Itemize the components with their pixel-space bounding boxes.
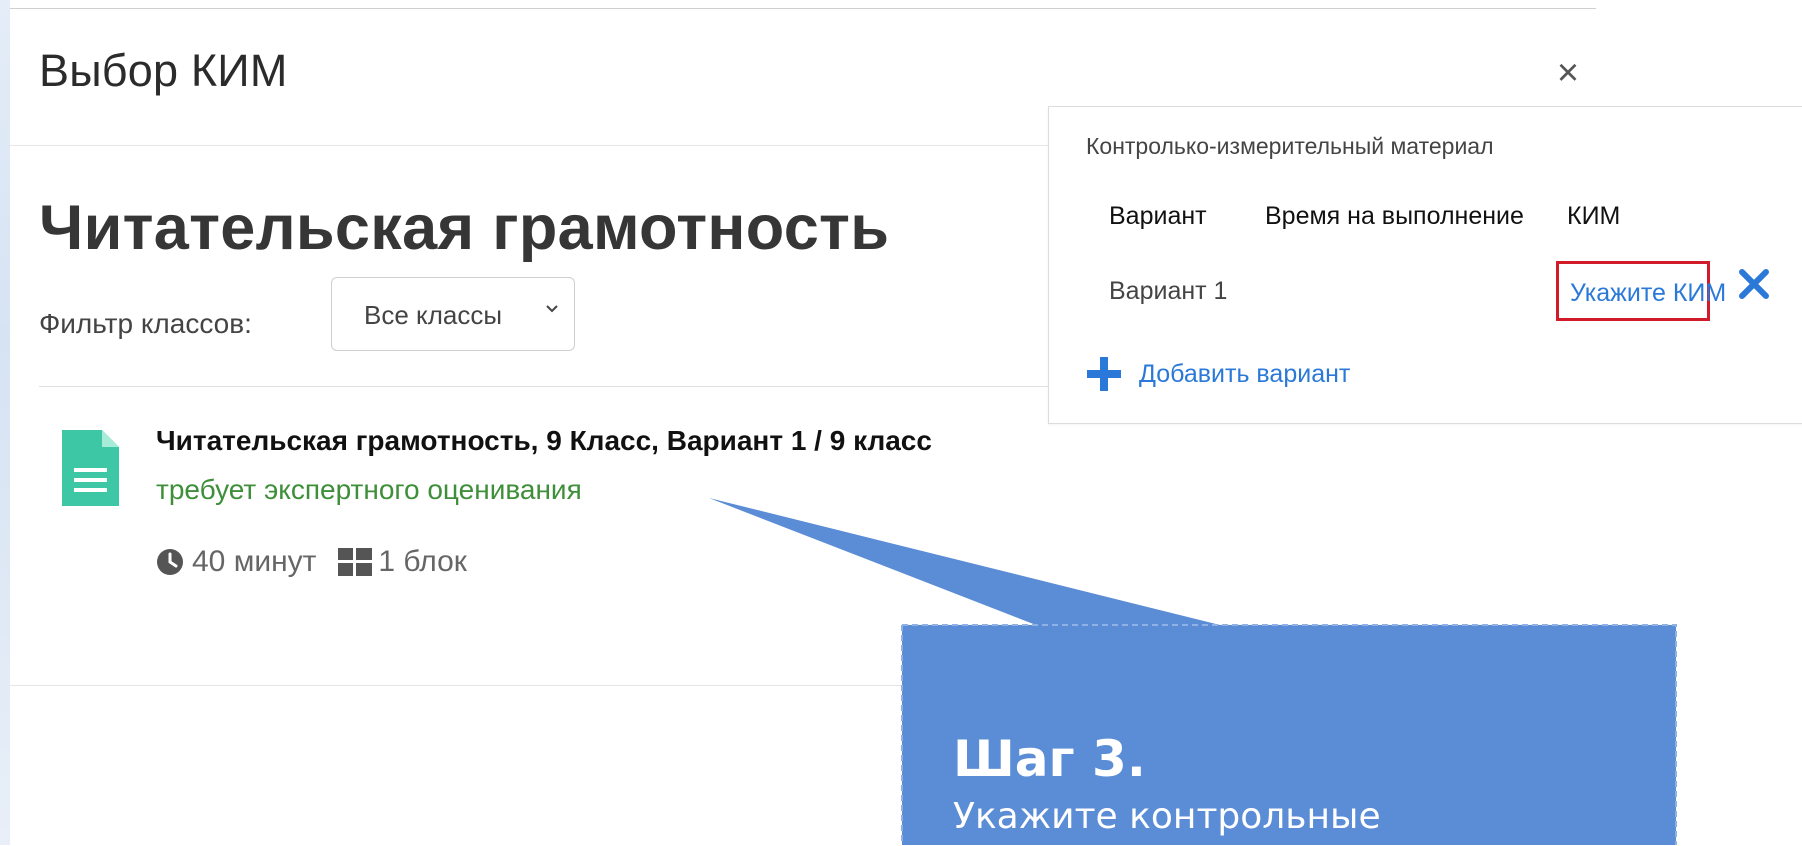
add-variant-label: Добавить вариант [1139, 359, 1351, 388]
callout-text: Шаг 3. Укажите контрольные [953, 731, 1381, 841]
modal-title: Выбор КИМ [39, 45, 288, 96]
kim-item-status: требует экспертного оценивания [156, 474, 582, 505]
variant-label: Вариант 1 [1109, 277, 1228, 305]
close-button[interactable]: × [1548, 53, 1588, 93]
column-header-variant: Вариант [1109, 202, 1207, 230]
kim-item-title[interactable]: Читательская грамотность, 9 Класс, Вариа… [156, 425, 932, 457]
background-strip [0, 0, 10, 845]
filter-label: Фильтр классов: [39, 308, 252, 339]
duration-text: 40 минут [192, 545, 317, 578]
blocks-icon [338, 548, 373, 576]
chevron-down-icon [546, 305, 558, 313]
callout-heading: Шаг 3. [953, 730, 1146, 788]
filter-select-value: Все классы [364, 300, 503, 330]
class-filter-select[interactable]: Все классы [331, 277, 575, 351]
column-header-time: Время на выполнение [1265, 202, 1524, 230]
remove-icon[interactable] [1736, 266, 1772, 302]
specify-kim-link[interactable]: Укажите КИМ [1570, 279, 1726, 308]
plus-icon [1087, 357, 1121, 391]
kim-item-meta: 40 минут 1 блок [156, 545, 467, 579]
document-icon [62, 430, 119, 506]
modal-footer-divider [10, 685, 1596, 686]
close-icon: × [1556, 52, 1580, 94]
add-variant-button[interactable]: Добавить вариант [1087, 357, 1350, 391]
clock-icon [157, 549, 183, 575]
page-title: Читательская грамотность [39, 193, 890, 263]
specify-kim-link-highlight[interactable]: Укажите КИМ [1556, 261, 1726, 321]
kim-panel: Контролько-измерительный материал Вариан… [1048, 106, 1802, 424]
column-header-kim: КИМ [1567, 202, 1621, 230]
blocks-text: 1 блок [378, 545, 467, 578]
kim-panel-title: Контролько-измерительный материал [1086, 133, 1494, 159]
callout-body: Укажите контрольные [953, 796, 1381, 837]
divider [39, 386, 1059, 387]
